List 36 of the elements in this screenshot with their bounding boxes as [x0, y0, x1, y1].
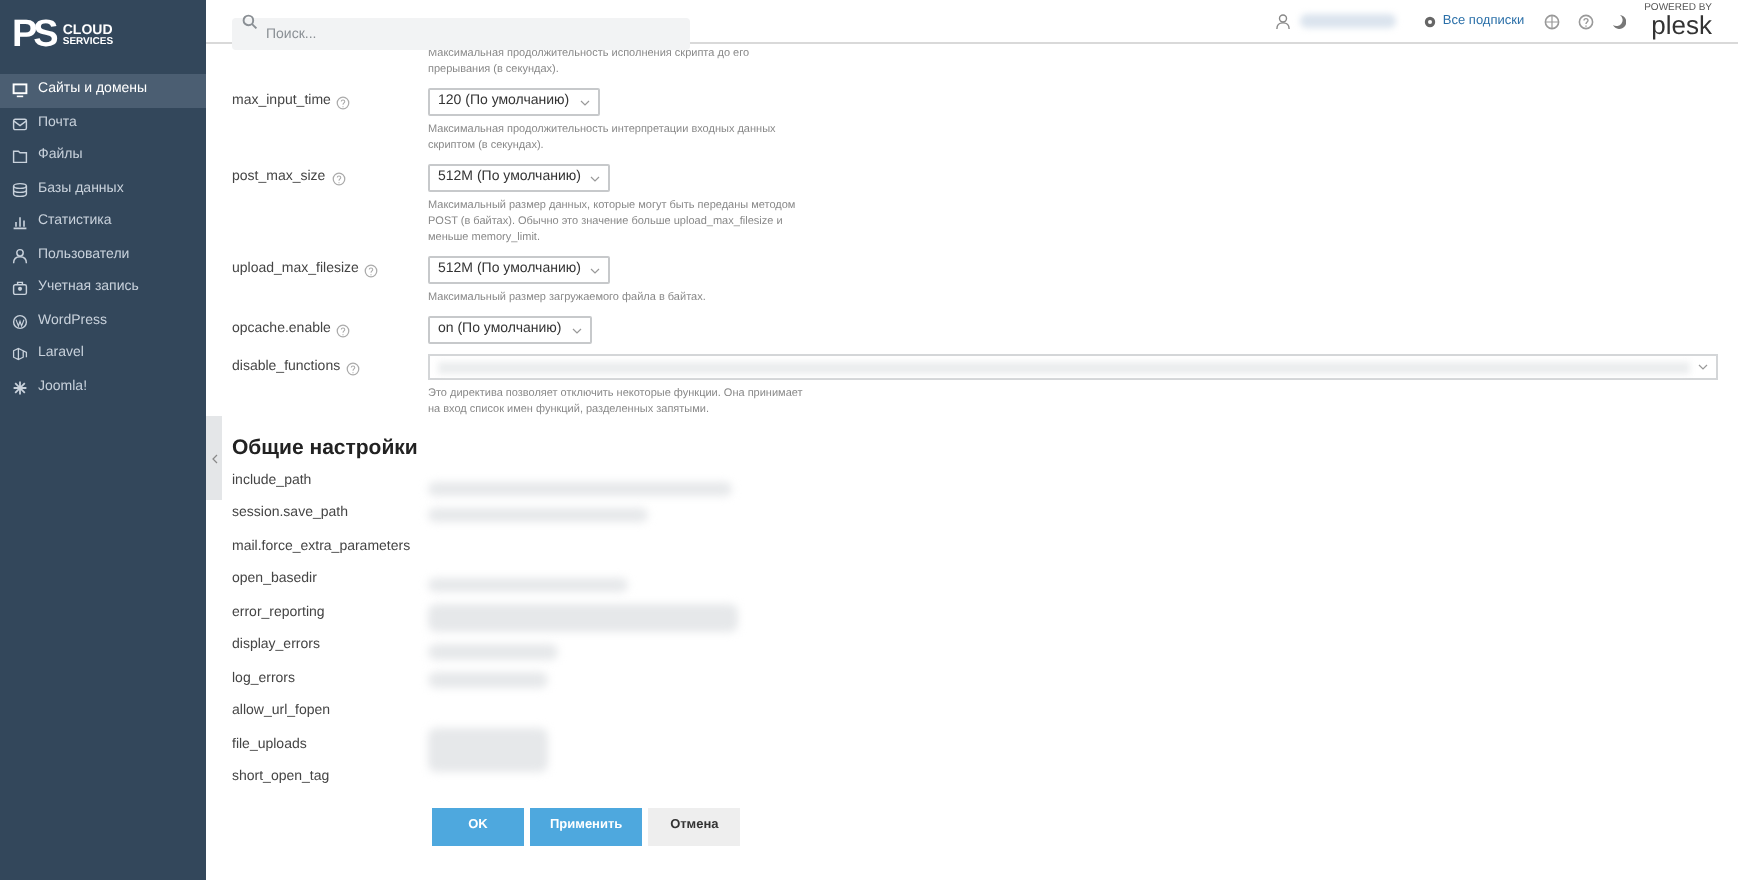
help-icon[interactable] [336, 323, 351, 337]
help-icon[interactable] [364, 263, 379, 277]
chevron-down-icon [571, 327, 582, 333]
user-icon [12, 247, 28, 264]
envelope-icon [12, 115, 28, 132]
database-icon [12, 181, 28, 198]
user-icon[interactable] [1276, 13, 1291, 29]
redacted-value [428, 727, 548, 772]
chevron-down-icon [579, 99, 590, 105]
help-icon[interactable] [346, 361, 361, 375]
bar-chart-icon [12, 214, 28, 231]
folder-icon [12, 148, 28, 165]
help-icon[interactable] [1578, 13, 1595, 29]
asterisk-icon [12, 379, 28, 396]
chevron-down-icon [590, 175, 601, 181]
help-icon[interactable] [331, 171, 346, 185]
functions-field[interactable] [428, 354, 1718, 380]
globe-icon[interactable] [1544, 13, 1561, 29]
help-icon[interactable] [336, 95, 351, 109]
redacted-value [428, 671, 548, 688]
moon-icon[interactable] [1612, 13, 1627, 29]
chevron-down-icon [590, 267, 601, 273]
monitor-icon [12, 82, 28, 99]
redacted-username [1300, 14, 1397, 28]
cube-icon [12, 346, 28, 363]
redacted-value [428, 643, 558, 660]
section-heading: Общие настройки [232, 434, 420, 464]
brand-logo: plesk [1651, 14, 1712, 38]
chevron-down-icon [1698, 364, 1708, 370]
collapse-handle[interactable] [206, 416, 222, 500]
briefcase-icon [12, 280, 28, 297]
chevron-left-icon [211, 453, 217, 463]
search-icon [242, 13, 258, 29]
gear-icon [1424, 15, 1437, 27]
logo-mark: PS [12, 16, 55, 54]
wordpress-icon [12, 313, 28, 330]
